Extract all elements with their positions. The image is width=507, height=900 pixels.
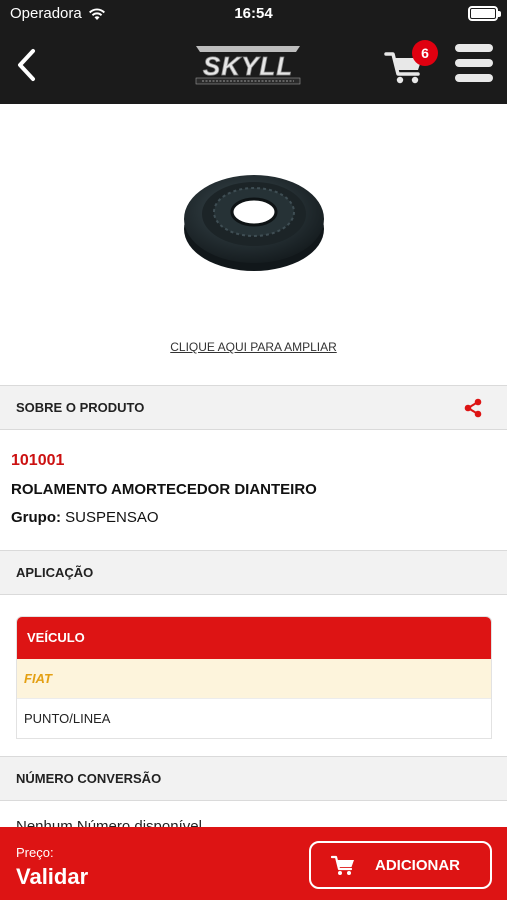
about-product-title: SOBRE O PRODUTO [16,400,145,415]
back-button[interactable] [6,40,46,90]
cart-icon [331,855,354,875]
vehicle-brand-row: FIAT [17,659,491,699]
group-label: Grupo: [11,509,61,526]
status-bar: Operadora 16:54 [0,0,507,28]
share-icon[interactable] [463,398,483,418]
group-value: SUSPENSAO [65,509,159,526]
price-value: Validar [16,864,89,889]
product-group: Grupo: SUSPENSAO [11,509,159,526]
add-to-cart-button[interactable]: ADICIONAR [309,841,492,889]
product-image[interactable] [0,104,507,334]
menu-icon-bar [455,74,493,82]
bottom-bar: Preço: Validar ADICIONAR [0,827,507,900]
nav-bar: SKYLL 6 [0,28,507,104]
product-photo [183,175,324,271]
skyll-logo: SKYLL [195,46,301,85]
battery-icon [468,6,501,21]
menu-icon-bar [455,59,493,67]
application-header: APLICAÇÃO [0,550,507,595]
product-name: ROLAMENTO AMORTECEDOR DIANTEIRO [11,481,317,498]
price-label: Preço: [16,845,54,860]
zoom-link[interactable]: CLIQUE AQUI PARA AMPLIAR [0,340,507,354]
chevron-left-icon [18,49,35,81]
add-to-cart-label: ADICIONAR [375,856,460,874]
clock: 16:54 [234,5,273,22]
menu-icon [455,44,493,52]
vehicle-table-header: VEÍCULO [17,617,491,659]
about-product-header: SOBRE O PRODUTO [0,385,507,430]
menu-button[interactable] [452,42,496,86]
conversion-header: NÚMERO CONVERSÃO [0,756,507,801]
cart-count-badge: 6 [412,40,438,66]
product-code: 101001 [11,452,65,469]
vehicle-model-row: PUNTO/LINEA [17,699,491,738]
vehicle-table: VEÍCULO FIAT PUNTO/LINEA [16,616,492,739]
svg-text:SKYLL: SKYLL [203,51,293,81]
conversion-title: NÚMERO CONVERSÃO [16,771,162,786]
application-title: APLICAÇÃO [16,565,94,580]
cart-button[interactable]: 6 [384,40,440,90]
